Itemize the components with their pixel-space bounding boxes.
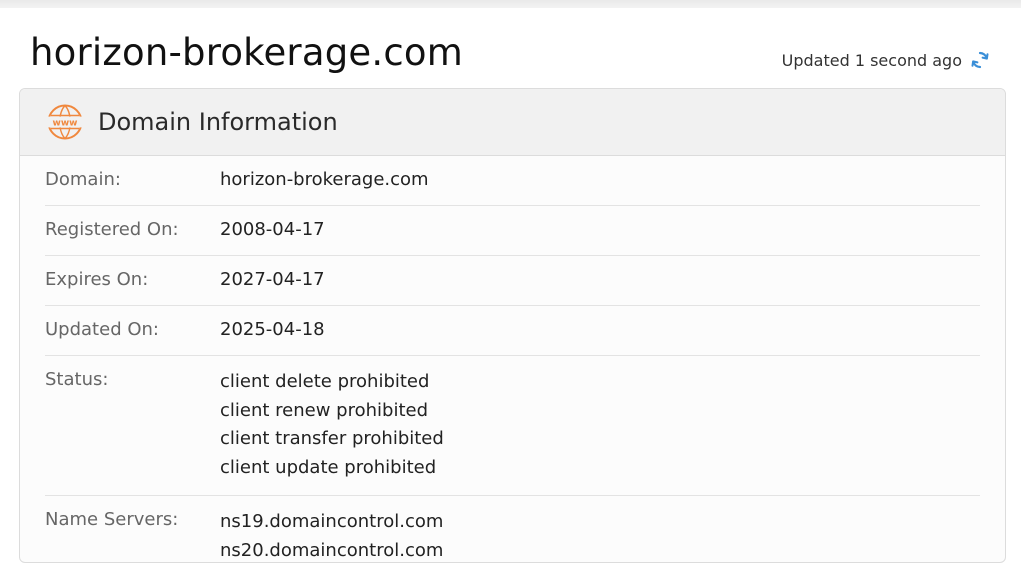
values-domain: horizon-brokerage.com	[220, 168, 429, 192]
label-domain: Domain:	[45, 169, 121, 190]
row-expires-on: Expires On: 2027-04-17	[45, 256, 980, 306]
top-divider	[0, 0, 1021, 8]
label-registered-on: Registered On:	[45, 219, 179, 240]
updated-indicator: Updated 1 second ago	[782, 50, 990, 70]
value-registered-on: 2008-04-17	[220, 219, 325, 240]
name-server-item: ns19.domaincontrol.com	[220, 511, 444, 532]
refresh-icon[interactable]	[970, 50, 990, 70]
values-registered-on: 2008-04-17	[220, 218, 325, 242]
values-status: client delete prohibited client renew pr…	[220, 368, 444, 482]
row-name-servers: Name Servers: ns19.domaincontrol.com ns2…	[45, 496, 980, 562]
values-expires-on: 2027-04-17	[220, 268, 325, 292]
status-item: client update prohibited	[220, 456, 437, 478]
status-item: client transfer prohibited	[220, 428, 444, 449]
row-registered-on: Registered On: 2008-04-17	[45, 206, 980, 256]
value-expires-on: 2027-04-17	[220, 269, 325, 290]
label-updated-on: Updated On:	[45, 319, 159, 340]
updated-text: Updated 1 second ago	[781, 50, 962, 70]
value-updated-on: 2025-04-18	[220, 319, 325, 340]
status-item: client delete prohibited	[220, 371, 430, 392]
domain-fields: Domain: horizon-brokerage.com Registered…	[20, 156, 1005, 562]
name-server-item: ns20.domaincontrol.com	[220, 539, 444, 561]
label-status: Status:	[45, 369, 109, 390]
row-domain: Domain: horizon-brokerage.com	[45, 156, 980, 206]
label-expires-on: Expires On:	[45, 269, 149, 290]
label-name-servers: Name Servers:	[45, 509, 179, 530]
values-name-servers: ns19.domaincontrol.com ns20.domaincontro…	[220, 508, 444, 562]
status-item: client renew prohibited	[220, 399, 429, 421]
page-header: horizon-brokerage.com Updated 1 second a…	[30, 28, 1000, 80]
domain-information-card: www Domain Information Domain: horizon-b…	[19, 88, 1006, 563]
card-header: www Domain Information	[20, 89, 1005, 156]
www-globe-icon: www	[46, 103, 84, 141]
row-status: Status: client delete prohibited client …	[45, 356, 980, 496]
row-updated-on: Updated On: 2025-04-18	[45, 306, 980, 356]
page-title: horizon-brokerage.com	[30, 31, 463, 74]
svg-text:www: www	[53, 119, 78, 129]
card-title: Domain Information	[98, 108, 338, 136]
value-domain: horizon-brokerage.com	[220, 169, 429, 190]
values-updated-on: 2025-04-18	[220, 318, 325, 342]
